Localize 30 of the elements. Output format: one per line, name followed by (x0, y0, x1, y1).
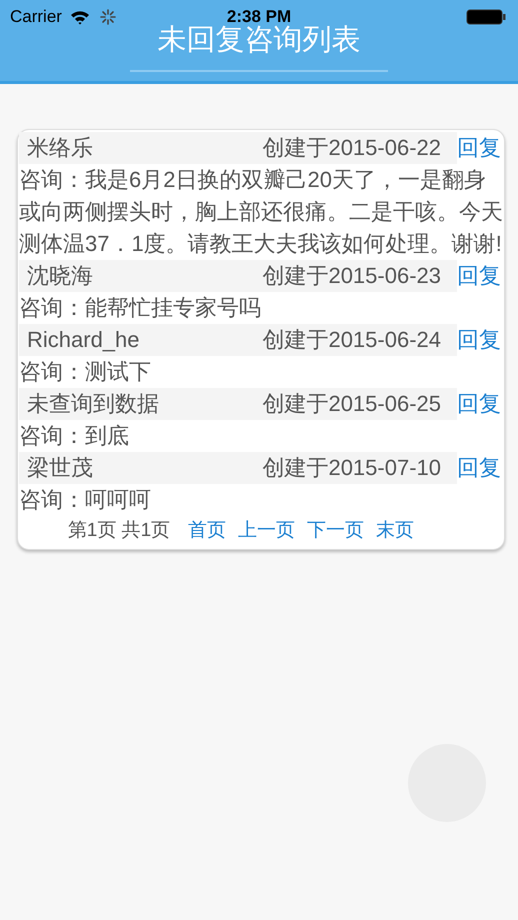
patient-name: 未查询到数据 (19, 388, 164, 420)
carrier-label: Carrier (10, 6, 62, 28)
reply-link[interactable]: 回复 (457, 132, 503, 164)
battery-icon (466, 9, 506, 25)
pager-link[interactable]: 末页 (376, 517, 414, 545)
patient-name: 米络乐 (19, 132, 164, 164)
created-date: 创建于2015-06-24 (164, 324, 457, 356)
question-text: 咨询：呵呵呵 (19, 486, 152, 514)
page-title: 未回复咨询列表 (130, 22, 388, 72)
question-text: 咨询：能帮忙挂专家号吗 (19, 294, 262, 322)
reply-link[interactable]: 回复 (457, 324, 503, 356)
question-text: 咨询：到底 (19, 422, 130, 450)
reply-link[interactable]: 回复 (457, 388, 503, 420)
wifi-icon (70, 10, 90, 24)
patient-name: 沈晓海 (19, 260, 164, 292)
pager-link[interactable]: 上一页 (238, 517, 296, 545)
pager-link[interactable]: 首页 (188, 517, 226, 545)
reply-link[interactable]: 回复 (457, 260, 503, 292)
patient-name: Richard_he (19, 324, 164, 356)
created-date: 创建于2015-06-25 (164, 388, 457, 420)
created-date: 创建于2015-06-22 (164, 132, 457, 164)
question-text: 咨询：我是6月2日换的双瓣己20天了，一是翻身或向两侧摆头时，胸上部还很痛。二是干咳。今天测体温37．1度。请教王大夫我该如何处理。谢谢! (19, 166, 503, 258)
reply-link[interactable]: 回复 (457, 452, 503, 484)
created-date: 创建于2015-07-10 (164, 452, 457, 484)
created-date: 创建于2015-06-23 (164, 260, 457, 292)
spinner-icon (100, 9, 116, 25)
patient-name: 梁世茂 (19, 452, 164, 484)
pager-link[interactable]: 下一页 (307, 517, 364, 545)
page-info: 第1页 共1页 (68, 519, 170, 543)
question-text: 咨询：测试下 (19, 358, 152, 386)
